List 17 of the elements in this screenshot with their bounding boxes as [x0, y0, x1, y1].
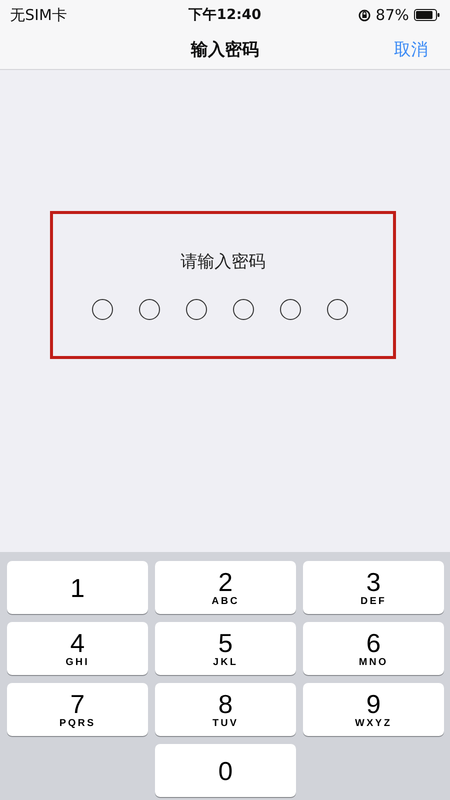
passcode-prompt: 请输入密码 — [180, 251, 266, 273]
rotation-lock-icon — [358, 8, 371, 22]
keypad-key[interactable]: 3 DEF — [303, 561, 444, 614]
screen-title: 输入密码 — [191, 39, 259, 61]
keypad-key[interactable]: 4 GHI — [7, 622, 148, 675]
battery-icon — [414, 9, 440, 21]
keypad-key[interactable]: 9 WXYZ — [303, 683, 444, 736]
keypad-key[interactable]: 1 — [7, 561, 148, 614]
keypad-key[interactable]: 8 TUV — [155, 683, 296, 736]
carrier-label: 无SIM卡 — [10, 6, 67, 24]
keypad-key[interactable]: 2 ABC — [155, 561, 296, 614]
keypad-key[interactable]: 6 MNO — [303, 622, 444, 675]
clock: 下午12:40 — [188, 6, 262, 24]
keypad-key[interactable]: 5 JKL — [155, 622, 296, 675]
battery-percent: 87% — [376, 6, 410, 24]
keypad-key[interactable]: 7 PQRS — [7, 683, 148, 736]
keypad-key[interactable]: 0 — [155, 744, 296, 797]
